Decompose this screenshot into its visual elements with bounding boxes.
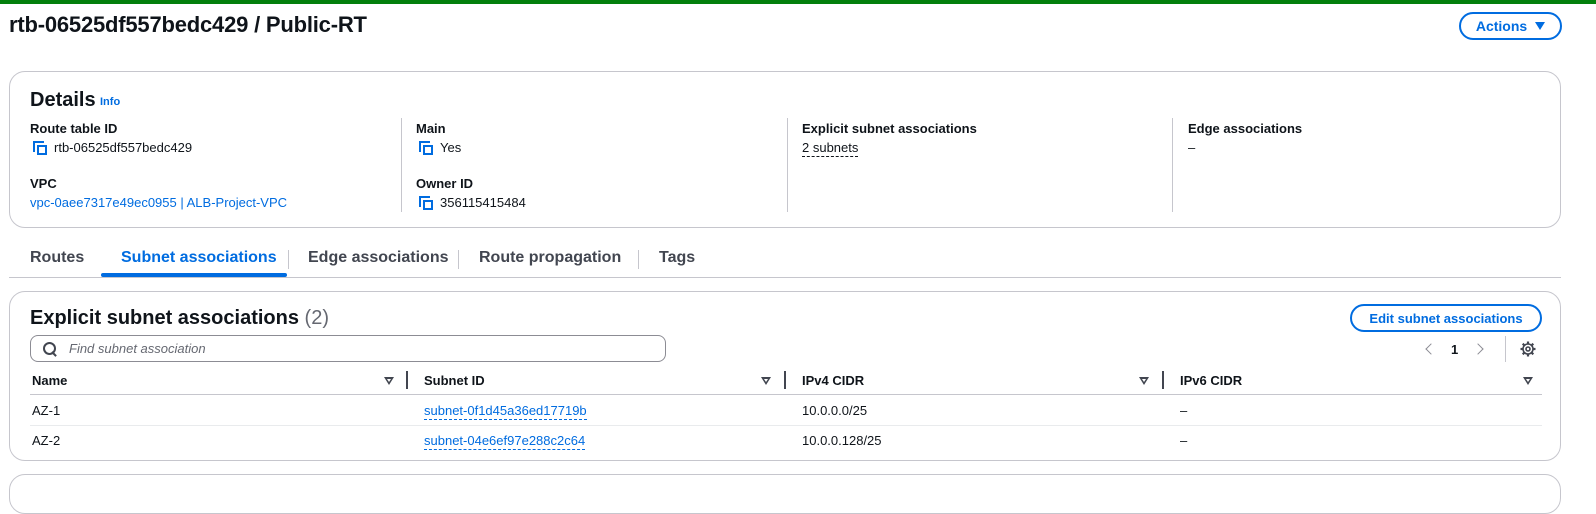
cell-ipv4-cidr: 10.0.0.128/25 <box>802 433 882 448</box>
edit-subnet-associations-button[interactable]: Edit subnet associations <box>1350 304 1542 332</box>
main-value: Yes <box>419 140 461 155</box>
search-field[interactable] <box>30 335 666 362</box>
tab-routes[interactable]: Routes <box>30 249 84 267</box>
column-header-ipv6-cidr[interactable]: IPv6 CIDR <box>1180 373 1242 388</box>
cell-ipv6-cidr: – <box>1180 433 1188 448</box>
subnet-associations-title: Explicit subnet associations <box>30 307 299 329</box>
cell-ipv6-cidr: – <box>1180 403 1188 418</box>
column-divider <box>1172 118 1173 212</box>
copy-icon[interactable] <box>33 140 47 155</box>
tab-edge-associations[interactable]: Edge associations <box>308 249 449 267</box>
tab-separator <box>458 250 459 269</box>
search-input[interactable] <box>67 340 647 357</box>
column-header-ipv4-cidr[interactable]: IPv4 CIDR <box>802 373 864 388</box>
actions-button-label: Actions <box>1475 18 1528 34</box>
column-divider <box>401 118 402 212</box>
tab-bar: Routes Subnet associations Edge associat… <box>9 240 1561 278</box>
info-link[interactable]: Info <box>100 96 120 108</box>
sort-icon[interactable] <box>1139 377 1149 385</box>
sort-icon[interactable] <box>1523 377 1533 385</box>
tab-tags[interactable]: Tags <box>659 249 695 267</box>
table-header-divider <box>30 394 1542 395</box>
subnet-associations-heading: Explicit subnet associations (2) <box>30 307 329 330</box>
copy-icon[interactable] <box>419 140 433 155</box>
tab-subnet-associations[interactable]: Subnet associations <box>121 249 277 267</box>
subnet-associations-panel: Explicit subnet associations (2) Edit su… <box>9 291 1561 461</box>
chevron-right-icon[interactable] <box>1472 343 1484 355</box>
column-header-name[interactable]: Name <box>32 373 67 388</box>
copy-icon[interactable] <box>419 195 433 210</box>
caret-down-icon <box>1535 22 1546 30</box>
details-heading: Details <box>30 89 96 111</box>
main-value-text: Yes <box>440 140 462 155</box>
column-header-subnet-id[interactable]: Subnet ID <box>424 373 485 388</box>
success-banner-bar <box>0 0 1596 4</box>
tab-separator <box>638 250 639 269</box>
gear-icon[interactable] <box>1520 341 1536 357</box>
tab-separator <box>288 250 289 269</box>
pagination: 1 <box>1425 339 1484 359</box>
pagination-divider <box>1505 336 1506 362</box>
vpc-label: VPC <box>30 176 57 191</box>
column-divider <box>787 118 788 212</box>
active-tab-indicator <box>101 273 287 277</box>
column-resizer[interactable] <box>784 371 786 389</box>
next-panel-edge <box>9 474 1561 514</box>
edge-associations-value: – <box>1188 140 1196 155</box>
cell-ipv4-cidr: 10.0.0.0/25 <box>802 403 868 418</box>
cell-subnet-id-link[interactable]: subnet-04e6ef97e288c2c64 <box>424 433 586 450</box>
page-number[interactable]: 1 <box>1451 342 1458 357</box>
cell-subnet-id-link[interactable]: subnet-0f1d45a36ed17719b <box>424 403 587 420</box>
subnet-count-popover[interactable]: 2 subnets <box>802 140 859 157</box>
search-icon <box>43 341 57 356</box>
column-resizer[interactable] <box>406 371 408 389</box>
vpc-link[interactable]: vpc-0aee7317e49ec0955 | ALB-Project-VPC <box>30 195 287 210</box>
sort-icon[interactable] <box>384 377 394 385</box>
owner-id-label: Owner ID <box>416 176 474 191</box>
sort-icon[interactable] <box>761 377 771 385</box>
column-resizer[interactable] <box>1162 371 1164 389</box>
page-title: rtb-06525df557bedc429 / Public-RT <box>9 12 367 37</box>
explicit-subnet-associations-value[interactable]: 2 subnets <box>802 140 859 157</box>
route-table-id-label: Route table ID <box>30 121 118 136</box>
route-table-id-value: rtb-06525df557bedc429 <box>33 140 192 155</box>
cell-name: AZ-2 <box>32 433 61 448</box>
main-label: Main <box>416 121 446 136</box>
cell-name: AZ-1 <box>32 403 61 418</box>
explicit-subnet-associations-label: Explicit subnet associations <box>802 121 977 136</box>
actions-button[interactable]: Actions <box>1459 12 1562 40</box>
details-panel: Details Info Route table ID rtb-06525df5… <box>9 71 1561 228</box>
edge-associations-label: Edge associations <box>1188 121 1303 136</box>
table-row-divider <box>30 425 1542 426</box>
owner-id-text: 356115415484 <box>440 195 526 210</box>
owner-id-value: 356115415484 <box>419 195 526 210</box>
subnet-associations-count: (2) <box>304 307 329 329</box>
chevron-left-icon[interactable] <box>1425 343 1437 355</box>
tab-route-propagation[interactable]: Route propagation <box>479 249 621 267</box>
route-table-id-text: rtb-06525df557bedc429 <box>54 140 193 155</box>
